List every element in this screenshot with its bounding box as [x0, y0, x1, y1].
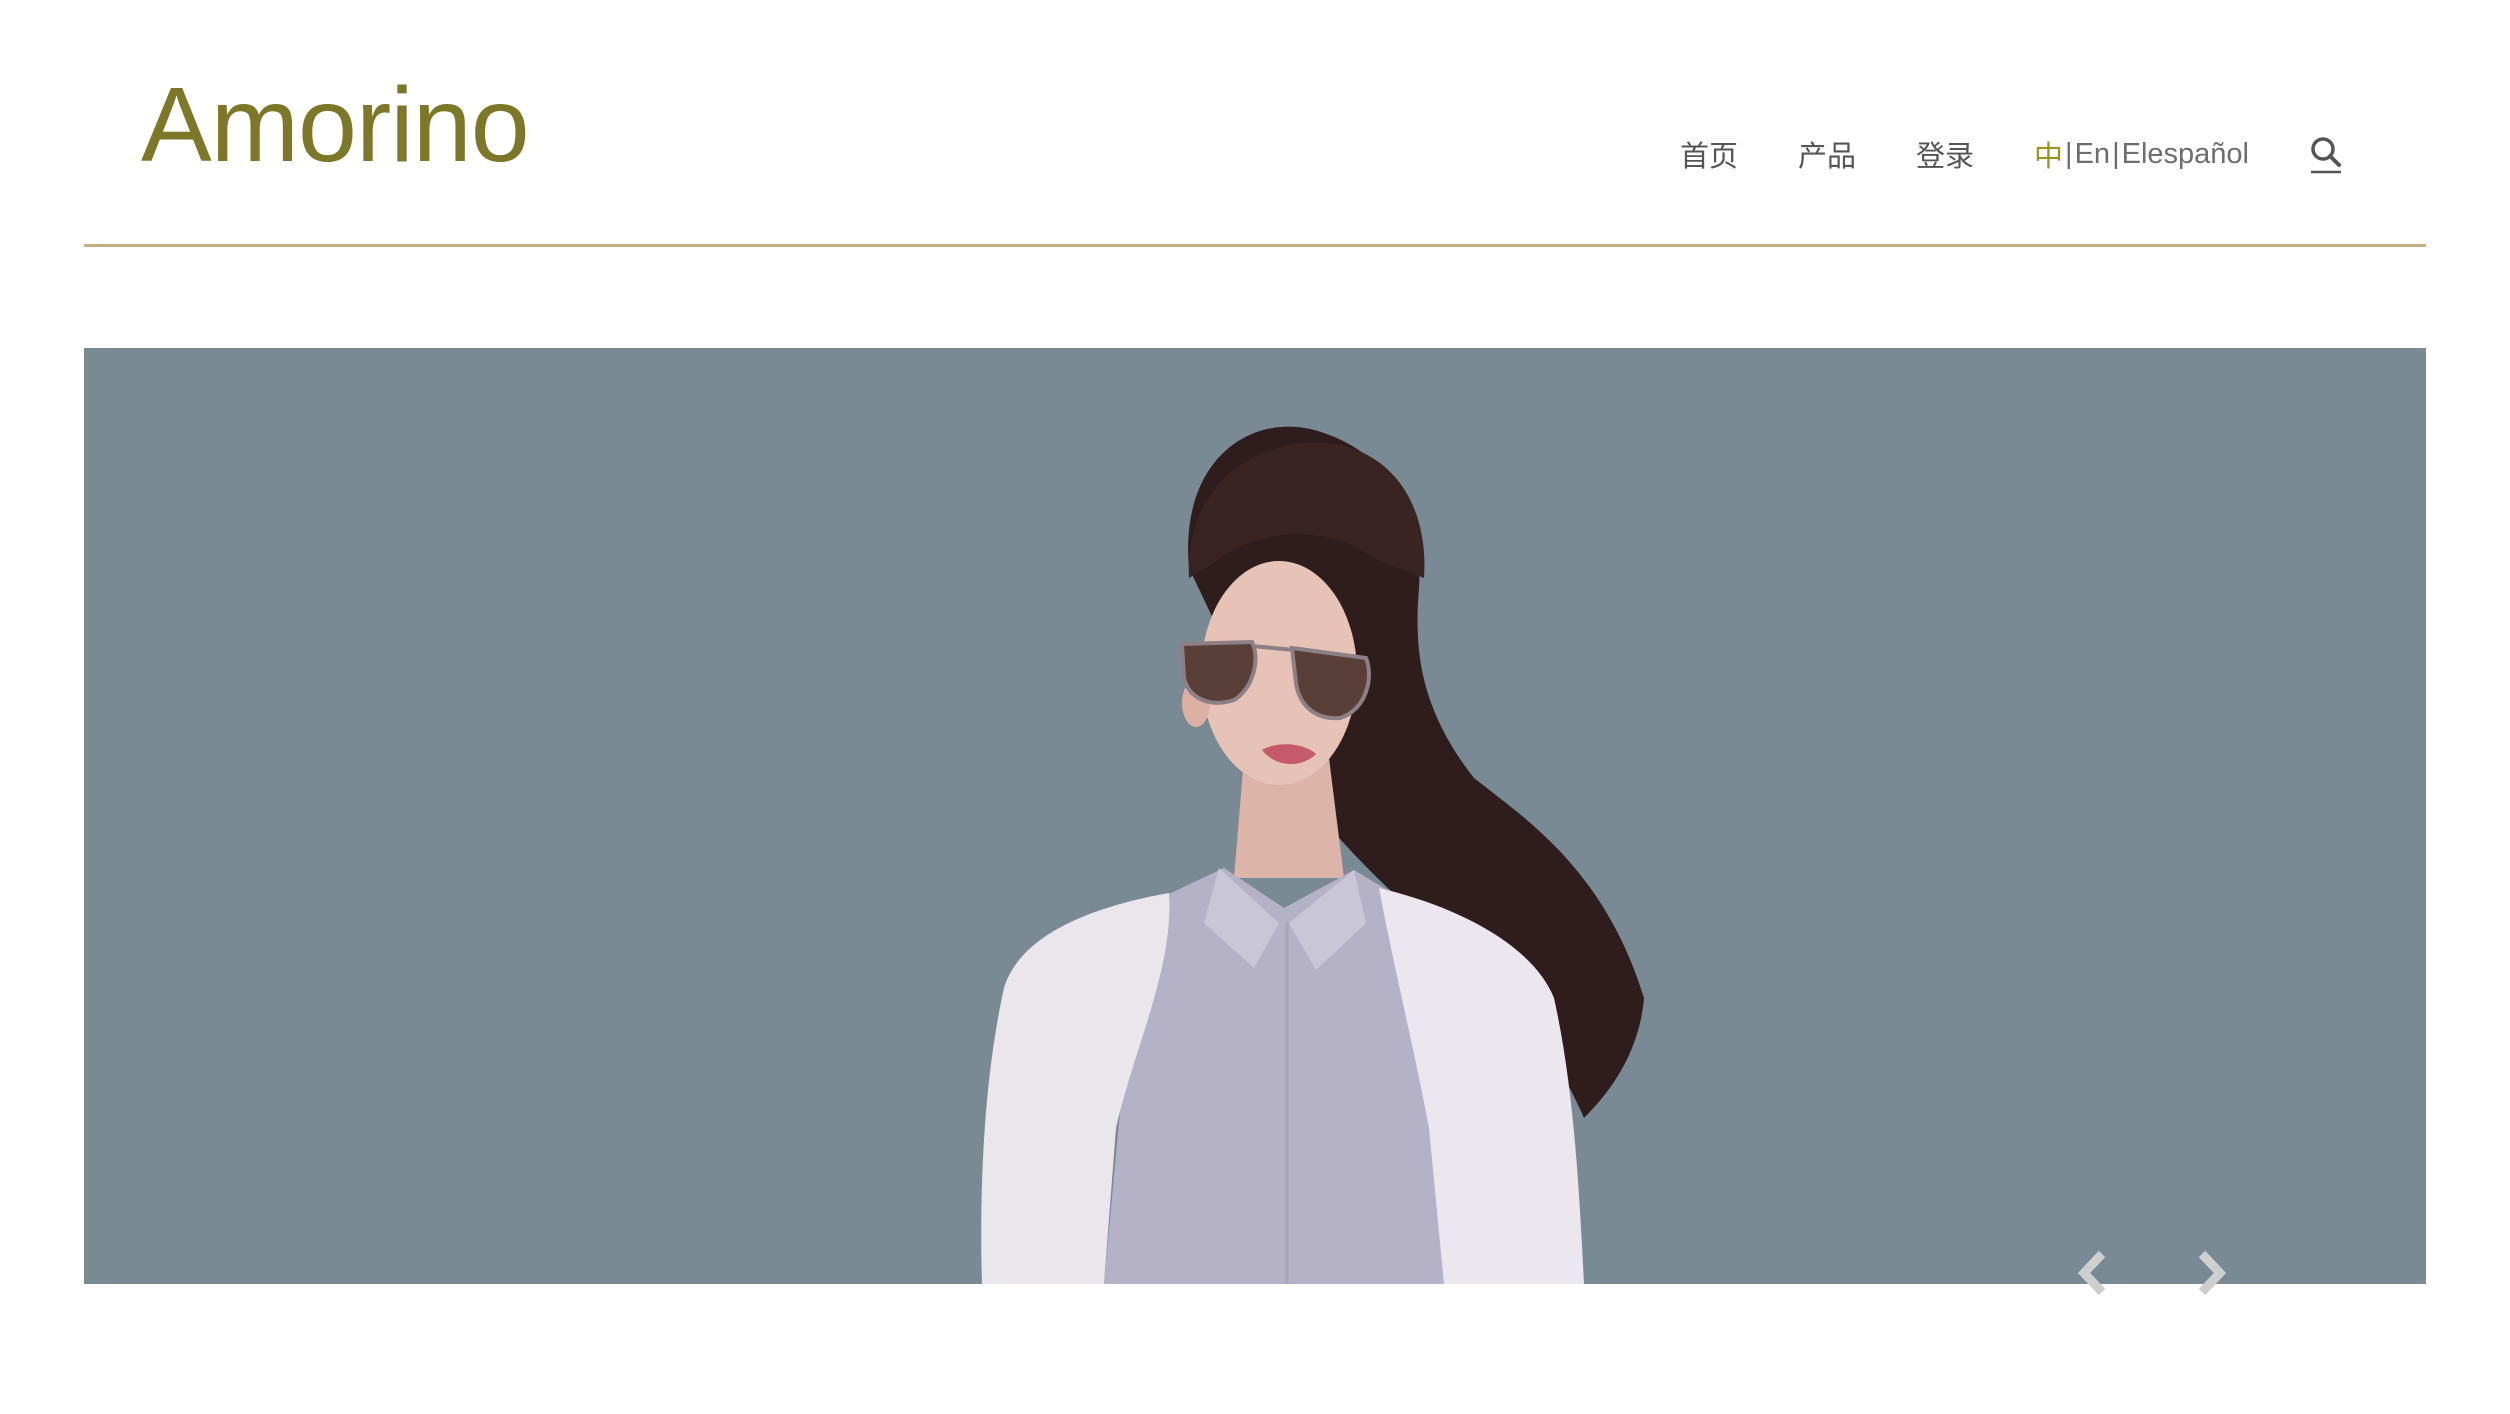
chevron-right-icon [2198, 1250, 2227, 1296]
nav-home-link[interactable]: 首页 [1680, 133, 1738, 175]
main-nav: 首页 产品 登录 中 | En | Elespañol [1680, 134, 2343, 174]
search-button[interactable] [2309, 134, 2343, 174]
nav-login-link[interactable]: 登录 [1916, 133, 1974, 175]
carousel-prev-button[interactable] [2072, 1246, 2112, 1300]
nav-products-link[interactable]: 产品 [1798, 133, 1856, 175]
search-icon [2311, 137, 2341, 174]
site-logo[interactable]: Amorino [141, 72, 530, 178]
header-divider [84, 244, 2426, 247]
hero-banner [84, 348, 2426, 1284]
language-spanish[interactable]: Elespañol [2122, 138, 2249, 171]
language-separator: | [2112, 137, 2120, 170]
language-chinese[interactable]: 中 [2034, 133, 2063, 175]
carousel-next-button[interactable] [2192, 1246, 2232, 1300]
hero-model-image [981, 426, 1644, 1284]
language-english[interactable]: En [2075, 138, 2110, 171]
chevron-left-icon [2077, 1250, 2106, 1296]
language-switcher: 中 | En | Elespañol [2034, 133, 2249, 175]
language-separator: | [2065, 137, 2073, 170]
